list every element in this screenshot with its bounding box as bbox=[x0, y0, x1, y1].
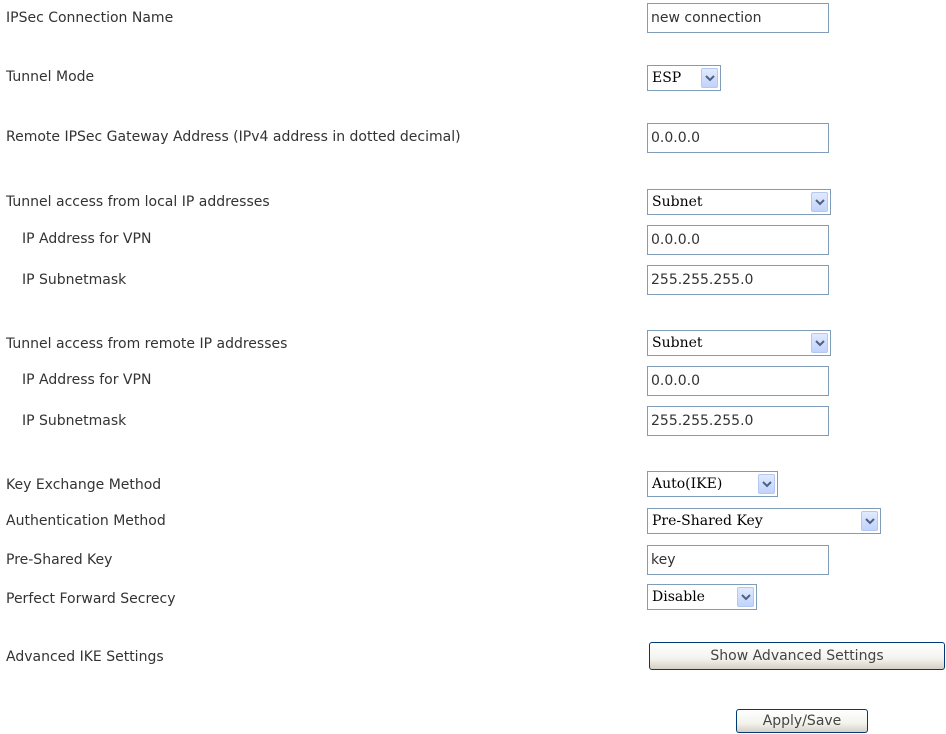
local-mask-input[interactable]: 255.255.255.0 bbox=[647, 265, 829, 295]
show-advanced-settings-button[interactable]: Show Advanced Settings bbox=[649, 642, 945, 670]
advanced-ike-label: Advanced IKE Settings bbox=[6, 649, 164, 665]
tunnel-mode-value: ESP bbox=[652, 70, 682, 86]
chevron-down-icon[interactable] bbox=[811, 333, 828, 353]
local-ip-label: IP Address for VPN bbox=[22, 231, 152, 247]
remote-gateway-input[interactable]: 0.0.0.0 bbox=[647, 123, 829, 153]
key-exchange-value: Auto(IKE) bbox=[652, 476, 723, 492]
chevron-down-icon[interactable] bbox=[701, 68, 718, 88]
pfs-value: Disable bbox=[652, 589, 705, 605]
auth-method-select[interactable]: Pre-Shared Key bbox=[647, 508, 881, 534]
key-exchange-select[interactable]: Auto(IKE) bbox=[647, 471, 778, 497]
auth-method-value: Pre-Shared Key bbox=[652, 513, 763, 529]
connection-name-input[interactable]: new connection bbox=[647, 3, 829, 33]
local-access-label: Tunnel access from local IP addresses bbox=[6, 194, 270, 210]
remote-mask-input[interactable]: 255.255.255.0 bbox=[647, 406, 829, 436]
chevron-down-icon[interactable] bbox=[811, 192, 828, 212]
remote-access-value: Subnet bbox=[652, 335, 703, 351]
local-access-select[interactable]: Subnet bbox=[647, 189, 831, 215]
pre-shared-key-label: Pre-Shared Key bbox=[6, 552, 113, 568]
local-ip-input[interactable]: 0.0.0.0 bbox=[647, 225, 829, 255]
tunnel-mode-label: Tunnel Mode bbox=[6, 69, 95, 85]
tunnel-mode-select[interactable]: ESP bbox=[647, 65, 721, 91]
local-mask-label: IP Subnetmask bbox=[22, 272, 127, 288]
chevron-down-icon[interactable] bbox=[737, 587, 754, 607]
connection-name-label: IPSec Connection Name bbox=[6, 10, 174, 26]
remote-mask-label: IP Subnetmask bbox=[22, 413, 127, 429]
apply-save-button[interactable]: Apply/Save bbox=[736, 709, 868, 733]
remote-access-label: Tunnel access from remote IP addresses bbox=[6, 336, 288, 352]
chevron-down-icon[interactable] bbox=[861, 511, 878, 531]
pfs-select[interactable]: Disable bbox=[647, 584, 757, 610]
auth-method-label: Authentication Method bbox=[6, 513, 166, 529]
remote-ip-input[interactable]: 0.0.0.0 bbox=[647, 366, 829, 396]
key-exchange-label: Key Exchange Method bbox=[6, 477, 162, 493]
local-access-value: Subnet bbox=[652, 194, 703, 210]
pfs-label: Perfect Forward Secrecy bbox=[6, 591, 176, 607]
pre-shared-key-input[interactable]: key bbox=[647, 545, 829, 575]
remote-access-select[interactable]: Subnet bbox=[647, 330, 831, 356]
chevron-down-icon[interactable] bbox=[758, 474, 775, 494]
remote-ip-label: IP Address for VPN bbox=[22, 372, 152, 388]
remote-gateway-label: Remote IPSec Gateway Address (IPv4 addre… bbox=[6, 129, 461, 145]
